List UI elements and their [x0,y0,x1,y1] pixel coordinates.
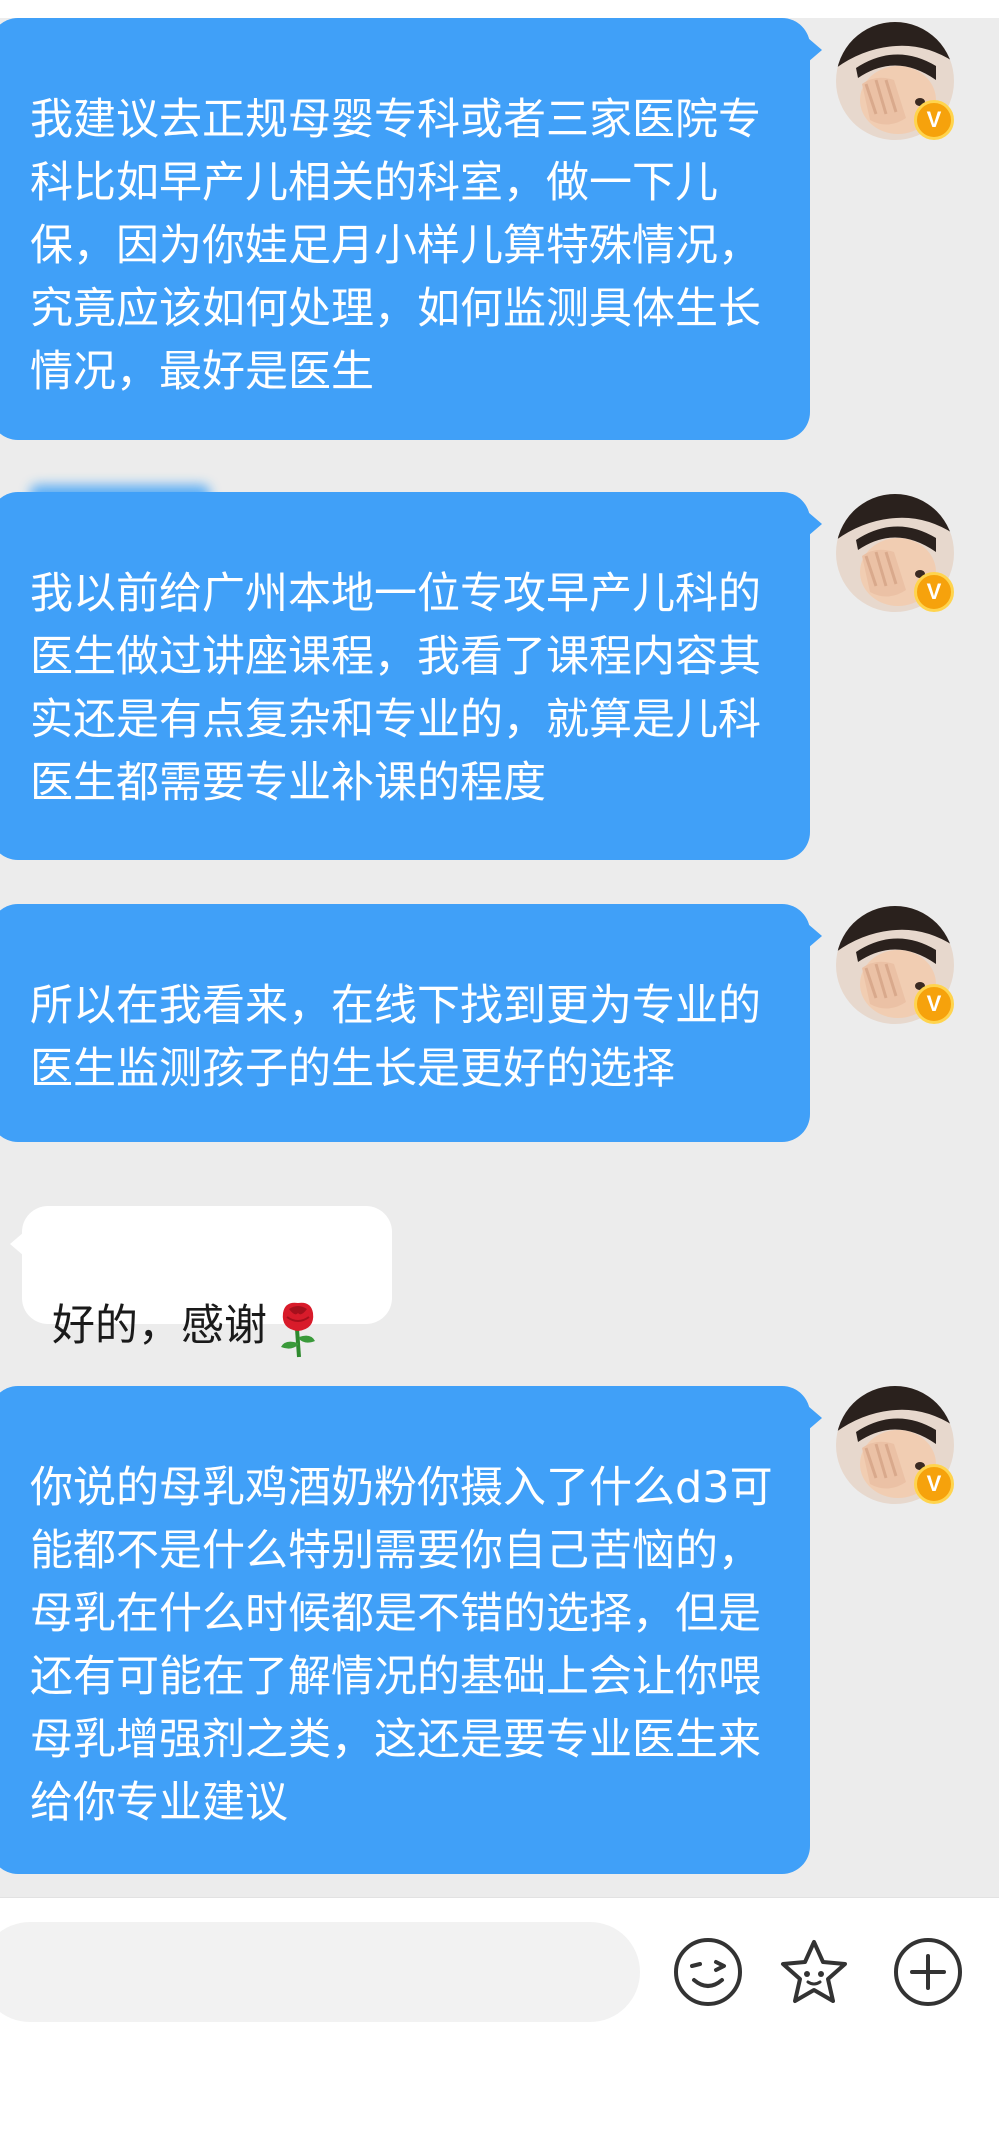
message-text: 所以在我看来，在线下找到更为专业的医生监测孩子的生长是更好的选择 [30,981,761,1094]
message-bubble-outgoing[interactable]: 我建议去正规母婴专科或者三家医院专科比如早产儿相关的科室，做一下儿保，因为你娃足… [0,18,822,519]
input-toolbar [0,1897,999,2149]
message-bubble-outgoing[interactable]: 我以前给广州本地一位专攻早产儿科的医生做过讲座课程，我看了课程内容其实还是有点复… [0,492,822,860]
verified-badge-icon: V [914,984,954,1024]
avatar[interactable]: V [836,906,954,1024]
message-bubble-incoming[interactable]: 好的，感谢 [10,1206,392,1357]
star-sticker-icon[interactable] [778,1936,850,2008]
message-text: 我建议去正规母婴专科或者三家医院专科比如早产儿相关的科室，做一下儿保，因为你娃足… [30,95,761,397]
message-text: 你说的母乳鸡酒奶粉你摄入了什么d3可能都不是什么特别需要你自己苦恼的，母乳在什么… [30,1463,773,1828]
emoji-face-icon[interactable] [672,1936,744,2008]
verified-badge-icon: V [914,1464,954,1504]
plus-icon[interactable] [892,1936,964,2008]
message-input[interactable] [0,1922,640,2022]
message-text: 我以前给广州本地一位专攻早产儿科的医生做过讲座课程，我看了课程内容其实还是有点复… [30,569,761,808]
chat-message-list[interactable]: 我建议去正规母婴专科或者三家医院专科比如早产儿相关的科室，做一下儿保，因为你娃足… [0,0,999,1897]
verified-badge-icon: V [914,572,954,612]
message-bubble-outgoing[interactable]: 你说的母乳鸡酒奶粉你摄入了什么d3可能都不是什么特别需要你自己苦恼的，母乳在什么… [0,1386,822,1874]
avatar[interactable]: V [836,1386,954,1504]
message-text: 好的，感谢 [52,1301,267,1351]
top-edge [0,0,999,18]
message-bubble-outgoing[interactable]: 所以在我看来，在线下找到更为专业的医生监测孩子的生长是更好的选择 [0,904,822,1142]
avatar[interactable]: V [836,494,954,612]
rose-emoji-icon [281,1302,315,1357]
verified-badge-icon: V [914,100,954,140]
avatar[interactable]: V [836,22,954,140]
